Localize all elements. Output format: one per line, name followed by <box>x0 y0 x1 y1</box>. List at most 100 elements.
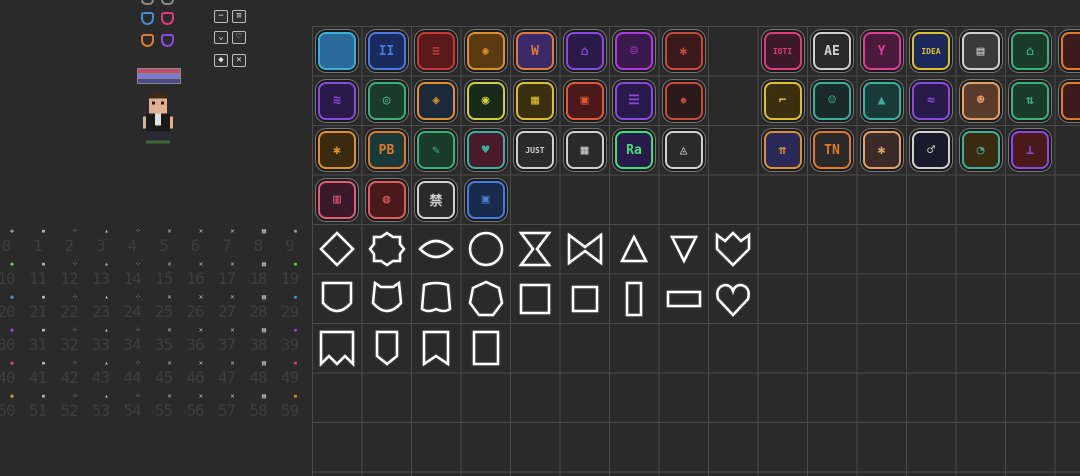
shape-cell[interactable] <box>362 224 412 274</box>
flower-badge-icon[interactable]: ✺ <box>467 32 505 70</box>
badge-cell[interactable]: ▥ <box>312 175 362 225</box>
badge-cell[interactable]: ☻ <box>956 76 1006 126</box>
badge-cell[interactable] <box>1055 26 1080 76</box>
badge-cell[interactable]: IOTI <box>758 26 808 76</box>
ioti-badge-icon[interactable]: IOTI <box>764 32 802 70</box>
rect-wide-frame-icon[interactable] <box>664 279 704 319</box>
badge-cell[interactable]: ◈ <box>411 76 461 126</box>
badge-cell[interactable]: IDEA <box>906 26 956 76</box>
badge-cell[interactable]: ☺ <box>807 76 857 126</box>
ring-badge-icon[interactable]: ♂ <box>912 131 950 169</box>
badge-cell[interactable]: ▣ <box>560 76 610 126</box>
square-medium-frame-icon[interactable] <box>565 279 605 319</box>
badge-cell[interactable]: ≋ <box>312 76 362 126</box>
heptagon-frame-icon[interactable] <box>466 279 506 319</box>
tag-badge-icon[interactable]: AE <box>813 32 851 70</box>
triangle-eye-badge-icon[interactable]: ◬ <box>665 131 703 169</box>
badge-cell[interactable]: ✱ <box>312 125 362 175</box>
pillar-badge-icon[interactable]: ▥ <box>318 181 356 219</box>
badge-cell[interactable]: ⌐ <box>758 76 808 126</box>
circle-frame-icon[interactable] <box>466 229 506 269</box>
badge-cell[interactable]: Y <box>857 26 907 76</box>
badge-cell[interactable]: AE <box>807 26 857 76</box>
shape-cell[interactable] <box>708 274 758 324</box>
shape-cell[interactable] <box>609 274 659 324</box>
minus-icon[interactable]: − <box>214 10 228 23</box>
banner-badge-icon[interactable]: ▣ <box>467 181 505 219</box>
scroll-badge-icon[interactable]: ≡ <box>417 32 455 70</box>
badge-cell[interactable]: ▤ <box>956 26 1006 76</box>
glyph-badge-icon[interactable]: 禁 <box>417 181 455 219</box>
dna-badge-icon[interactable]: ≋ <box>318 82 356 120</box>
gear-badge-icon[interactable]: ✱ <box>665 32 703 70</box>
notched-shield-frame-icon[interactable] <box>367 279 407 319</box>
badge-cell[interactable]: ▦ <box>560 125 610 175</box>
badge-cell[interactable]: PB <box>362 125 412 175</box>
shape-cell[interactable] <box>659 224 709 274</box>
badge-cell[interactable]: ◔ <box>956 125 1006 175</box>
bear-badge-icon[interactable]: ☻ <box>962 82 1000 120</box>
shield-color-swatch[interactable] <box>141 34 154 47</box>
shape-cell[interactable] <box>560 224 610 274</box>
badge-cell[interactable]: ♂ <box>906 125 956 175</box>
badge-cell[interactable]: W <box>510 26 560 76</box>
banner-notched-frame-icon[interactable] <box>416 328 456 368</box>
badge-cell[interactable]: ◬ <box>659 125 709 175</box>
shape-cell[interactable] <box>411 224 461 274</box>
badge-cell[interactable]: ▲ <box>857 76 907 126</box>
shape-cell[interactable] <box>312 224 362 274</box>
badge-cell[interactable]: ▦ <box>510 76 560 126</box>
shape-cell[interactable] <box>708 224 758 274</box>
chip-badge-icon[interactable]: ▦ <box>516 82 554 120</box>
badge-cell[interactable]: ✱ <box>857 125 907 175</box>
shield-color-swatch[interactable] <box>161 12 174 25</box>
badge-cell[interactable]: JUST <box>510 125 560 175</box>
arrows-badge-icon[interactable]: ⇅ <box>1011 82 1049 120</box>
shield-frame-icon[interactable] <box>317 279 357 319</box>
orb-badge-icon[interactable]: ◔ <box>962 131 1000 169</box>
shape-cell[interactable] <box>560 274 610 324</box>
idea-badge-icon[interactable]: IDEA <box>912 32 950 70</box>
badge-cell[interactable]: ◉ <box>461 76 511 126</box>
badge-cell[interactable]: ≡ <box>411 26 461 76</box>
badge-cell[interactable]: ≈ <box>906 76 956 126</box>
crystal-badge-icon[interactable]: ◈ <box>417 82 455 120</box>
badge-cell[interactable]: ◎ <box>362 76 412 126</box>
shield-color-swatch[interactable] <box>141 12 154 25</box>
badge-cell[interactable]: 禁 <box>411 175 461 225</box>
burst-badge-icon[interactable]: ✹ <box>665 82 703 120</box>
shape-cell[interactable] <box>461 274 511 324</box>
terminal-badge-icon[interactable]: ⌐ <box>764 82 802 120</box>
badge-cell[interactable]: ✎ <box>411 125 461 175</box>
cross-icon[interactable]: ✕ <box>232 54 246 67</box>
shape-cell[interactable] <box>312 274 362 324</box>
shield-color-swatch[interactable] <box>161 0 174 5</box>
badge-cell[interactable]: ⊥ <box>1005 125 1055 175</box>
heart-badge-icon[interactable]: ♥ <box>467 131 505 169</box>
document-badge-icon[interactable]: ▤ <box>962 32 1000 70</box>
tall-rect-frame-icon[interactable] <box>466 328 506 368</box>
badge-cell[interactable]: II <box>362 26 412 76</box>
lens-badge-icon[interactable]: ◉ <box>467 82 505 120</box>
shield-color-swatch[interactable] <box>161 34 174 47</box>
shape-cell[interactable] <box>510 224 560 274</box>
eye-badge-icon[interactable]: ◎ <box>368 82 406 120</box>
triangle-up-frame-icon[interactable] <box>614 229 654 269</box>
diamond-frame-icon[interactable] <box>317 229 357 269</box>
triangle-down-frame-icon[interactable] <box>664 229 704 269</box>
shape-cell[interactable] <box>461 323 511 373</box>
partial-badge-icon[interactable] <box>1061 32 1080 70</box>
badge-cell[interactable]: ⌂ <box>560 26 610 76</box>
heart-icon[interactable]: ♡ <box>232 31 246 44</box>
mask-badge-icon[interactable]: ☺ <box>615 32 653 70</box>
badge-cell[interactable]: ⇅ <box>1005 76 1055 126</box>
tn-badge-icon[interactable]: TN <box>813 131 851 169</box>
hourglass-frame-icon[interactable] <box>515 229 555 269</box>
box-badge-icon[interactable]: ▣ <box>566 82 604 120</box>
badge-cell[interactable]: ☺ <box>609 26 659 76</box>
badge-cell[interactable] <box>312 26 362 76</box>
gear-frame-icon[interactable] <box>367 229 407 269</box>
badge-cell[interactable]: Ra <box>609 125 659 175</box>
shape-cell[interactable] <box>362 323 412 373</box>
badge-cell[interactable]: ▣ <box>461 175 511 225</box>
